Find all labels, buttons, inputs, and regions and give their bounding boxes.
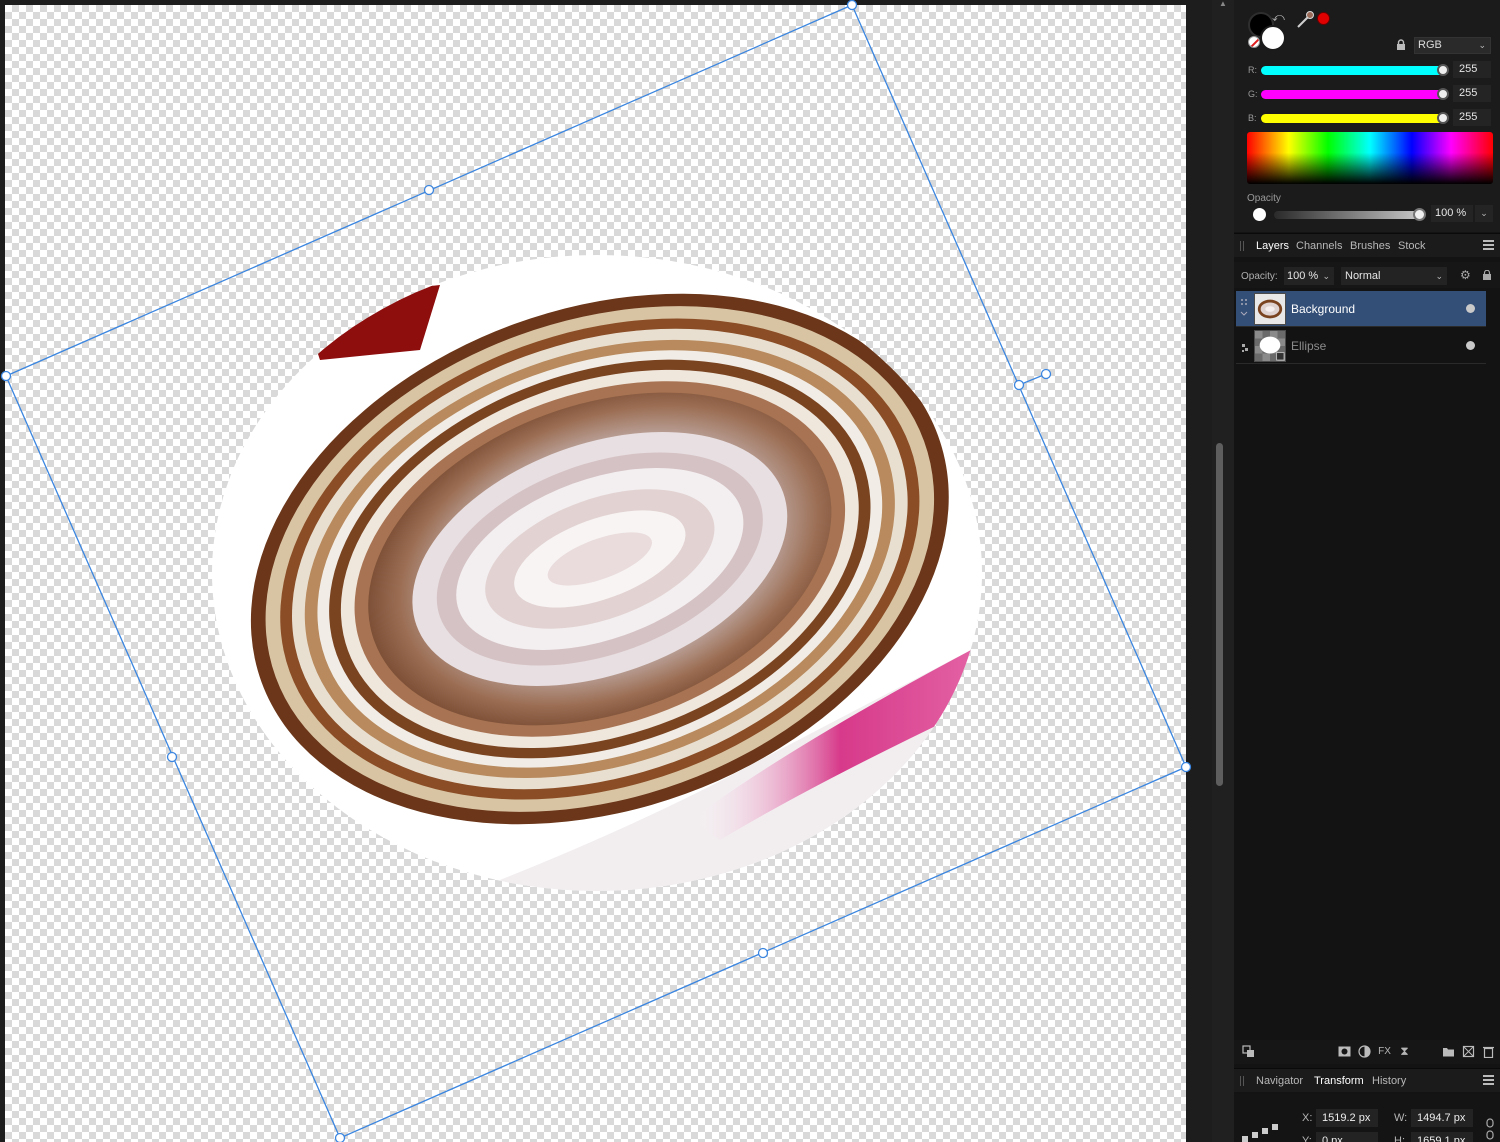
- layer-controls-bar: Opacity: 100 % ⌄ Normal ⌄ ⚙: [1234, 262, 1500, 288]
- layer-opacity-select[interactable]: 100 % ⌄: [1284, 267, 1334, 285]
- opacity-slider-knob[interactable]: [1413, 208, 1426, 221]
- blend-mode-select[interactable]: Normal ⌄: [1341, 267, 1447, 285]
- scroll-up-arrow-icon[interactable]: ▲: [1218, 0, 1228, 8]
- layer-row-background[interactable]: Background: [1236, 291, 1486, 327]
- layer-name: Background: [1291, 302, 1356, 316]
- settings-icon[interactable]: ⚙: [1460, 268, 1471, 282]
- rotation-handle: [1040, 368, 1052, 380]
- layer-arrange-icon[interactable]: [1242, 1045, 1255, 1058]
- y-field[interactable]: 0 px: [1316, 1132, 1378, 1142]
- green-slider-knob[interactable]: [1437, 88, 1449, 100]
- no-fill-icon[interactable]: [1248, 36, 1260, 48]
- tab-navigator[interactable]: Navigator: [1256, 1075, 1303, 1087]
- opacity-value[interactable]: 100 %: [1431, 205, 1473, 222]
- panel-grip-icon[interactable]: [1240, 1076, 1244, 1086]
- blue-slider-row: B: 255: [1234, 109, 1500, 126]
- y-label: Y:: [1302, 1135, 1312, 1142]
- fx-icon[interactable]: FX: [1378, 1045, 1391, 1058]
- chevron-down-icon: ⌄: [1322, 271, 1330, 281]
- w-field[interactable]: 1494.7 px: [1411, 1109, 1473, 1127]
- chevron-down-icon: ⌄: [1478, 40, 1486, 50]
- h-field[interactable]: 1659.1 px: [1411, 1132, 1473, 1142]
- layer-thumbnail: [1254, 293, 1286, 325]
- studio-panel: ⤺ RGB ⌄ R: 255 G: 255 B: 255 Opacity 100…: [1234, 0, 1500, 1142]
- rasterize-icon[interactable]: [1462, 1045, 1475, 1058]
- hamburger-menu-icon[interactable]: [1483, 240, 1494, 250]
- layer-drag-handle-icon[interactable]: [1240, 297, 1248, 319]
- color-model-select[interactable]: RGB ⌄: [1414, 37, 1491, 54]
- tab-brushes[interactable]: Brushes: [1350, 240, 1390, 252]
- green-slider-row: G: 255: [1234, 85, 1500, 102]
- opacity-preview-swatch: [1253, 208, 1266, 221]
- color-panel: ⤺ RGB ⌄ R: 255 G: 255 B: 255 Opacity 100…: [1234, 0, 1500, 232]
- layers-studio-tabbar: Layers Channels Brushes Stock: [1234, 233, 1500, 257]
- chevron-down-icon: ⌄: [1435, 271, 1443, 281]
- lock-icon[interactable]: [1482, 270, 1492, 280]
- transform-studio-tabbar: Navigator Transform History: [1234, 1068, 1500, 1092]
- adjustment-icon[interactable]: [1358, 1045, 1371, 1058]
- affinity-photo-window: ▲ ⤺ RGB ⌄ R: 255 G: 255 B: 255 Opacity 1…: [0, 0, 1500, 1142]
- canvas-area[interactable]: [0, 0, 1212, 1142]
- x-field[interactable]: 1519.2 px: [1316, 1109, 1378, 1127]
- tab-stock[interactable]: Stock: [1398, 240, 1426, 252]
- opacity-slider[interactable]: [1274, 211, 1421, 219]
- tab-channels[interactable]: Channels: [1296, 240, 1342, 252]
- red-slider-row: R: 255: [1234, 61, 1500, 78]
- blue-slider-knob[interactable]: [1437, 112, 1449, 124]
- layer-name: Ellipse: [1291, 339, 1327, 353]
- tab-history[interactable]: History: [1372, 1075, 1406, 1087]
- mask-icon[interactable]: [1338, 1045, 1351, 1058]
- red-slider-knob[interactable]: [1437, 64, 1449, 76]
- x-label: X:: [1302, 1112, 1313, 1124]
- color-model-value: RGB: [1418, 39, 1442, 51]
- blue-value[interactable]: 255: [1453, 109, 1491, 126]
- red-label: R:: [1248, 65, 1257, 75]
- layers-bottom-toolbar: FX ⧗: [1234, 1040, 1500, 1064]
- stroke-color-swatch[interactable]: [1260, 25, 1286, 51]
- canvas-overlay[interactable]: [0, 0, 1212, 1142]
- layer-opacity-value: 100 %: [1287, 270, 1319, 282]
- layer-visibility-toggle[interactable]: [1466, 341, 1475, 350]
- layer-drag-handle-icon[interactable]: [1240, 334, 1248, 356]
- canvas-vertical-scrollbar[interactable]: ▲: [1212, 0, 1234, 1142]
- w-label: W:: [1394, 1112, 1408, 1124]
- color-picker-icon[interactable]: [1295, 10, 1315, 30]
- link-proportions-icon[interactable]: [1486, 1118, 1494, 1140]
- opacity-dropdown-chevron-icon[interactable]: ⌄: [1475, 205, 1493, 222]
- live-filter-icon[interactable]: ⧗: [1398, 1045, 1411, 1058]
- swap-colors-icon[interactable]: ⤺: [1272, 10, 1285, 25]
- layer-row-ellipse[interactable]: Ellipse: [1236, 328, 1486, 364]
- blue-slider[interactable]: [1261, 114, 1445, 123]
- anchor-point-icon[interactable]: [1242, 1124, 1282, 1142]
- blue-label: B:: [1248, 113, 1257, 123]
- hamburger-menu-icon[interactable]: [1483, 1075, 1494, 1085]
- layer-visibility-toggle[interactable]: [1466, 304, 1475, 313]
- picked-color-swatch[interactable]: [1317, 12, 1330, 25]
- red-value[interactable]: 255: [1453, 61, 1491, 78]
- tab-transform[interactable]: Transform: [1314, 1075, 1364, 1087]
- panel-grip-icon[interactable]: [1240, 241, 1244, 251]
- opacity-label: Opacity: [1247, 193, 1281, 204]
- scrollbar-thumb[interactable]: [1216, 443, 1223, 786]
- folder-icon[interactable]: [1442, 1045, 1455, 1058]
- green-label: G:: [1248, 89, 1258, 99]
- layer-thumbnail: [1254, 330, 1286, 362]
- delete-icon[interactable]: [1482, 1045, 1495, 1058]
- lock-icon[interactable]: [1395, 39, 1407, 51]
- transform-panel: X: 1519.2 px W: 1494.7 px Y: 0 px H: 165…: [1234, 1094, 1500, 1142]
- green-value[interactable]: 255: [1453, 85, 1491, 102]
- agate-image: [212, 255, 982, 891]
- h-label: H:: [1394, 1135, 1405, 1142]
- red-slider[interactable]: [1261, 66, 1445, 75]
- layer-opacity-label: Opacity:: [1241, 271, 1278, 282]
- tab-layers[interactable]: Layers: [1256, 240, 1289, 252]
- blend-mode-value: Normal: [1345, 270, 1381, 282]
- color-spectrum[interactable]: [1247, 132, 1493, 184]
- green-slider[interactable]: [1261, 90, 1445, 99]
